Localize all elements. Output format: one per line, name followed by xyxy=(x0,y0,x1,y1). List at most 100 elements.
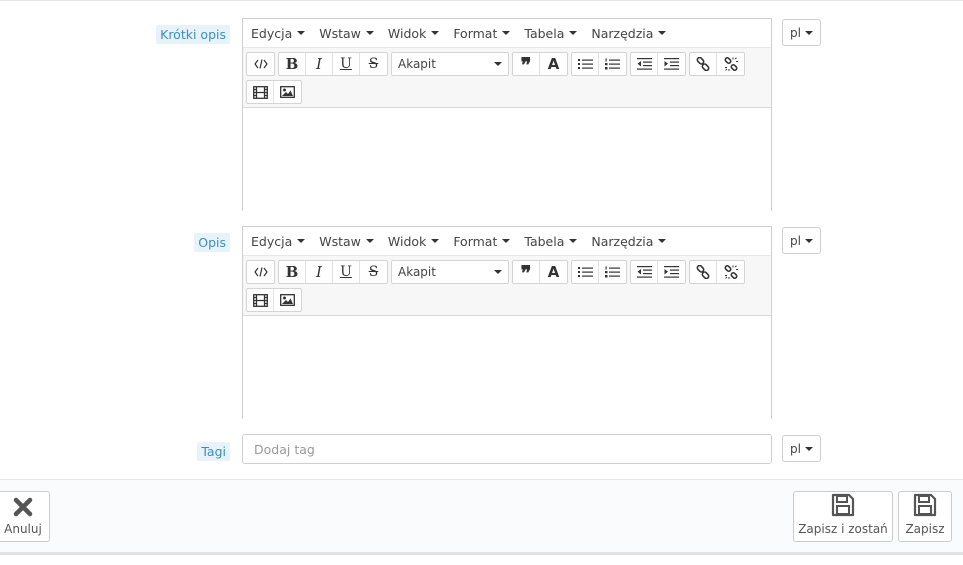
menu-insert[interactable]: Wstaw xyxy=(319,26,374,41)
bullet-list-button[interactable] xyxy=(572,261,599,283)
indent-icon xyxy=(664,58,679,70)
caret-down-icon xyxy=(431,239,440,243)
source-code-button[interactable] xyxy=(247,261,274,283)
form-footer: Anuluj Zapisz i zostań Zapisz xyxy=(0,479,963,555)
text-color-button[interactable]: A xyxy=(540,261,567,283)
image-button[interactable] xyxy=(274,289,301,311)
link-icon xyxy=(696,265,710,279)
italic-icon: I xyxy=(316,263,322,281)
link-button[interactable] xyxy=(690,261,717,283)
tags-input[interactable]: Dodaj tag xyxy=(242,434,772,464)
block-format-select[interactable]: Akapit xyxy=(391,260,509,284)
underline-button[interactable]: U xyxy=(333,53,360,75)
italic-button[interactable]: I xyxy=(306,53,333,75)
indent-button[interactable] xyxy=(658,53,685,75)
caret-down-icon xyxy=(569,31,578,35)
short-description-content-area[interactable] xyxy=(243,107,771,211)
description-content-area[interactable] xyxy=(243,315,771,419)
tags-placeholder: Dodaj tag xyxy=(254,441,315,457)
code-icon xyxy=(253,267,268,277)
menu-format[interactable]: Format xyxy=(453,26,511,41)
bold-icon: B xyxy=(285,55,299,73)
bullet-list-icon xyxy=(577,59,593,69)
caret-down-icon xyxy=(365,31,374,35)
indent-button[interactable] xyxy=(658,261,685,283)
menu-edit[interactable]: Edycja xyxy=(251,26,306,41)
cancel-button[interactable]: Anuluj xyxy=(0,491,50,542)
outdent-button[interactable] xyxy=(631,261,658,283)
caret-down-icon xyxy=(658,31,667,35)
caret-down-icon xyxy=(502,239,511,243)
media-button[interactable] xyxy=(247,81,274,103)
numbered-list-icon xyxy=(605,58,620,70)
caret-down-icon xyxy=(494,270,502,274)
text-color-button[interactable]: A xyxy=(540,53,567,75)
italic-button[interactable]: I xyxy=(306,261,333,283)
block-format-select[interactable]: Akapit xyxy=(391,52,509,76)
menu-format[interactable]: Format xyxy=(453,234,511,249)
unlink-button[interactable] xyxy=(717,53,744,75)
underline-icon: U xyxy=(340,56,352,72)
image-icon xyxy=(280,294,295,306)
editor-toolbar: B I U S Akapit ❞ A xyxy=(243,255,771,315)
strikethrough-button[interactable]: S xyxy=(360,261,387,283)
save-icon xyxy=(831,493,855,517)
text-color-icon: A xyxy=(547,263,560,281)
source-code-button[interactable] xyxy=(247,53,274,75)
caret-down-icon xyxy=(365,239,374,243)
caret-down-icon xyxy=(804,238,813,243)
save-label: Zapisz xyxy=(905,522,945,536)
caret-down-icon xyxy=(502,31,511,35)
description-lang-button[interactable]: pl xyxy=(782,227,821,254)
menu-view[interactable]: Widok xyxy=(388,234,440,249)
unlink-button[interactable] xyxy=(717,261,744,283)
bullet-list-icon xyxy=(577,267,593,277)
menu-table[interactable]: Tabela xyxy=(524,26,578,41)
caret-down-icon xyxy=(804,446,813,451)
close-icon xyxy=(13,497,33,517)
caret-down-icon xyxy=(569,239,578,243)
description-editor: Edycja Wstaw Widok Format Tabela Narzędz… xyxy=(242,226,772,419)
description-label: Opis xyxy=(194,233,230,252)
outdent-button[interactable] xyxy=(631,53,658,75)
blockquote-button[interactable]: ❞ xyxy=(513,53,540,75)
save-button[interactable]: Zapisz xyxy=(898,491,952,542)
image-button[interactable] xyxy=(274,81,301,103)
tags-lang-button[interactable]: pl xyxy=(782,435,821,462)
italic-icon: I xyxy=(316,55,322,73)
strikethrough-button[interactable]: S xyxy=(360,53,387,75)
caret-down-icon xyxy=(658,239,667,243)
film-icon xyxy=(252,293,268,307)
underline-icon: U xyxy=(340,264,352,280)
strikethrough-icon: S xyxy=(368,264,379,280)
editor-toolbar: B I U S Akapit ❞ A xyxy=(243,47,771,107)
save-and-stay-button[interactable]: Zapisz i zostań xyxy=(793,491,893,542)
menu-tools[interactable]: Narzędzia xyxy=(591,234,667,249)
outdent-icon xyxy=(636,266,652,278)
quote-icon: ❞ xyxy=(520,261,532,285)
numbered-list-button[interactable] xyxy=(599,53,626,75)
numbered-list-button[interactable] xyxy=(599,261,626,283)
quote-icon: ❞ xyxy=(520,53,532,77)
top-divider xyxy=(0,0,963,2)
menu-insert[interactable]: Wstaw xyxy=(319,234,374,249)
menu-table[interactable]: Tabela xyxy=(524,234,578,249)
blockquote-button[interactable]: ❞ xyxy=(513,261,540,283)
link-button[interactable] xyxy=(690,53,717,75)
caret-down-icon xyxy=(431,31,440,35)
film-icon xyxy=(252,85,268,99)
bold-icon: B xyxy=(285,263,299,281)
image-icon xyxy=(280,86,295,98)
menu-view[interactable]: Widok xyxy=(388,26,440,41)
unlink-icon xyxy=(723,57,738,71)
save-icon xyxy=(913,493,937,517)
bullet-list-button[interactable] xyxy=(572,53,599,75)
menu-tools[interactable]: Narzędzia xyxy=(591,26,667,41)
short-description-lang-button[interactable]: pl xyxy=(782,19,821,46)
bold-button[interactable]: B xyxy=(279,53,306,75)
underline-button[interactable]: U xyxy=(333,261,360,283)
bold-button[interactable]: B xyxy=(279,261,306,283)
editor-menubar: Edycja Wstaw Widok Format Tabela Narzędz… xyxy=(243,227,771,255)
menu-edit[interactable]: Edycja xyxy=(251,234,306,249)
media-button[interactable] xyxy=(247,289,274,311)
